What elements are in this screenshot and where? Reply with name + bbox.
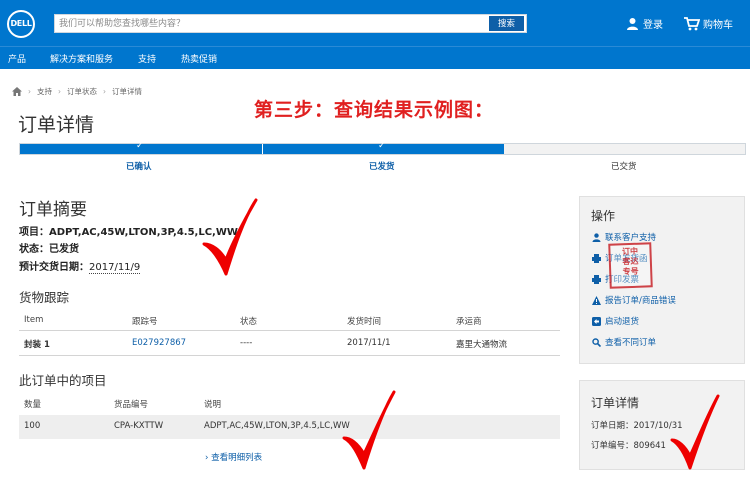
search-button[interactable]: 搜索 — [489, 16, 524, 31]
view-other-order-link[interactable]: 查看不同订单 — [592, 336, 656, 348]
table-row: 100 CPA-KXTTW ADPT,AC,45W,LTON,3P,4.5,LC… — [19, 415, 560, 439]
order-progress-bar: ✓ ✓ — [19, 141, 746, 155]
items-table-header: 数量 货品编号 说明 — [19, 392, 560, 414]
return-icon — [592, 316, 601, 326]
annotation-step-label: 第三步：查询结果示例图： — [254, 99, 495, 121]
report-order-error-label: 报告订单/商品错误 — [605, 296, 676, 306]
quantity-cell: 100 — [24, 421, 41, 431]
page-title: 订单详情 — [18, 114, 95, 136]
red-seal-stamp: 订中 客达 专号 — [608, 242, 653, 289]
start-return-label: 启动退货 — [605, 317, 640, 327]
order-summary-title: 订单摘要 — [19, 200, 87, 220]
view-other-order-label: 查看不同订单 — [605, 338, 657, 348]
nav-item-solutions[interactable]: 解决方案和服务 — [50, 52, 113, 65]
print-icon — [592, 274, 601, 284]
user-icon — [627, 18, 638, 30]
order-date-key: 订单日期： — [591, 421, 634, 431]
description-cell: ADPT,AC,45W,LTON,3P,4.5,LC,WW — [204, 421, 350, 431]
progress-step-divider — [262, 144, 263, 154]
home-icon[interactable] — [12, 87, 22, 96]
dell-logo[interactable]: DELL — [7, 10, 35, 38]
login-label: 登录 — [643, 20, 663, 31]
column-header: 发货时间 — [347, 317, 382, 327]
package-cell: 封装 1 — [24, 340, 50, 350]
tracking-table-header: Item 跟踪号 状态 发货时间 承运商 — [19, 309, 560, 331]
table-row: 封装 1 E027927867 ---- 2017/11/1 嘉里大通物流 — [19, 332, 560, 356]
breadcrumb-support[interactable]: 支持 — [37, 86, 52, 97]
carrier-cell: 嘉里大通物流 — [456, 340, 508, 350]
breadcrumb-separator: › — [28, 87, 31, 96]
eta-key: 预计交货日期： — [19, 262, 89, 273]
contact-support-link[interactable]: 联系客户支持 — [592, 231, 656, 243]
part-number-cell: CPA-KXTTW — [114, 421, 164, 431]
column-header: 数量 — [24, 400, 42, 410]
top-header: DELL 搜索 登录 购物车 — [0, 0, 750, 46]
actions-title: 操作 — [591, 209, 616, 223]
warning-icon — [592, 295, 601, 305]
breadcrumb-order-status[interactable]: 订单状态 — [67, 86, 97, 97]
login-link[interactable]: 登录 — [626, 16, 663, 31]
view-detail-list-link[interactable]: › 查看明细列表 — [205, 451, 262, 463]
order-number-line: 订单编号：809641 — [591, 439, 666, 451]
print-icon — [592, 253, 601, 263]
step-check-icon: ✓ — [378, 141, 386, 151]
main-nav: 产品 解决方案和服务 支持 热卖促销 — [0, 46, 750, 69]
contact-support-label: 联系客户支持 — [605, 233, 657, 243]
nav-item-deals[interactable]: 热卖促销 — [181, 52, 217, 65]
breadcrumb-separator: › — [103, 87, 106, 96]
red-checkmark-icon — [202, 198, 258, 276]
step-confirmed-label: 已确认 — [126, 162, 152, 172]
cart-link[interactable]: 购物车 — [684, 16, 733, 31]
tracking-number-link[interactable]: E027927867 — [132, 338, 186, 348]
step-shipped-label: 已发货 — [369, 162, 395, 172]
cart-label: 购物车 — [703, 20, 733, 31]
column-header: 说明 — [204, 400, 222, 410]
order-detail-title: 订单详情 — [591, 396, 640, 410]
cart-icon — [684, 16, 700, 30]
search-input[interactable] — [59, 15, 489, 32]
column-header: 货品编号 — [114, 400, 149, 410]
item-key: 项目： — [19, 227, 49, 238]
column-header: 跟踪号 — [132, 317, 158, 327]
ship-date-cell: 2017/11/1 — [347, 338, 391, 348]
status-value: 已发货 — [49, 244, 79, 255]
start-return-link[interactable]: 启动退货 — [592, 315, 639, 327]
red-checkmark-icon — [342, 390, 396, 470]
nav-item-products[interactable]: 产品 — [8, 52, 26, 65]
nav-item-support[interactable]: 支持 — [138, 52, 156, 65]
breadcrumb: › 支持 › 订单状态 › 订单详情 — [12, 86, 142, 97]
order-items-title: 此订单中的项目 — [19, 373, 107, 388]
order-number-key: 订单编号： — [591, 441, 634, 451]
view-detail-list-label: 查看明细列表 — [211, 453, 263, 463]
column-header: 状态 — [240, 317, 258, 327]
column-header: 承运商 — [456, 317, 482, 327]
report-order-error-link[interactable]: 报告订单/商品错误 — [592, 294, 676, 306]
search-box: 搜索 — [54, 14, 527, 33]
order-number-value: 809641 — [633, 441, 666, 451]
chevron-right-icon: › — [205, 453, 209, 463]
eta-value: 2017/11/9 — [89, 262, 141, 274]
status-key: 状态： — [19, 244, 49, 255]
search-icon — [592, 337, 601, 347]
red-checkmark-icon — [670, 394, 720, 470]
status-line: 状态：已发货 — [19, 240, 79, 255]
breadcrumb-order-detail: 订单详情 — [112, 87, 142, 96]
actions-panel: 操作 联系客户支持 订单发货函 打印发票 报告订单/商品错误 启动退货 查看不同… — [579, 196, 745, 364]
tracking-status-cell: ---- — [240, 338, 253, 348]
column-header: Item — [24, 315, 44, 325]
tracking-title: 货物跟踪 — [19, 290, 70, 305]
breadcrumb-separator: › — [58, 87, 61, 96]
step-check-icon: ✓ — [136, 141, 144, 151]
step-delivered-label: 已交货 — [611, 162, 637, 172]
eta-line: 预计交货日期：2017/11/9 — [19, 258, 141, 274]
person-icon — [592, 232, 601, 242]
